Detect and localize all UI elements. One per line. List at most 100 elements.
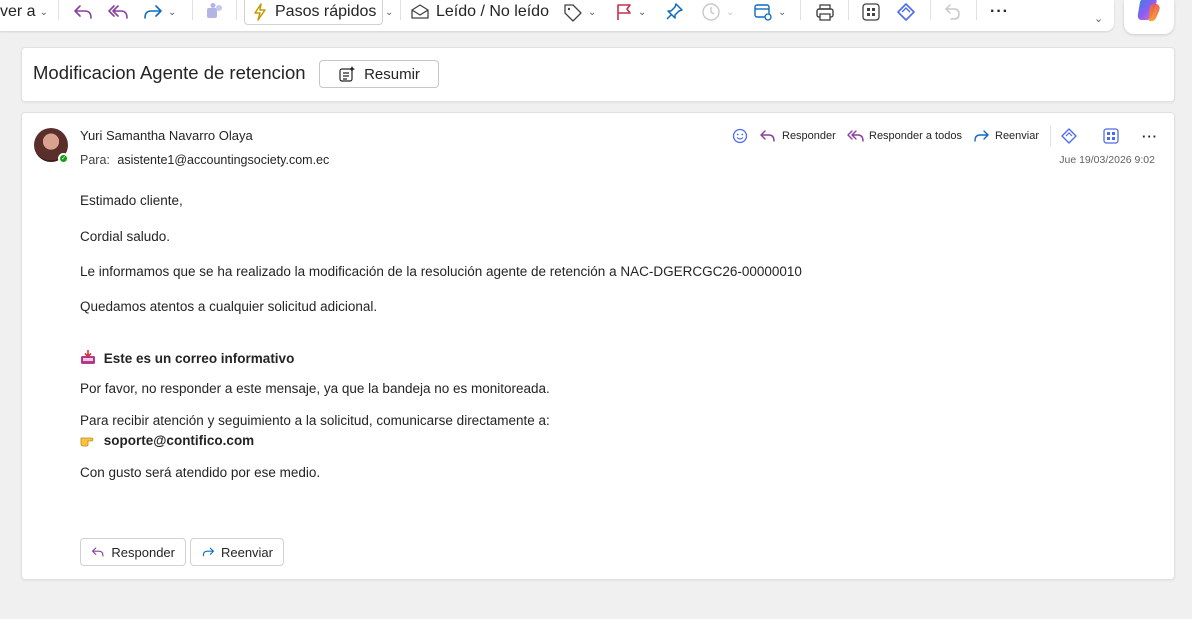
categorize-button[interactable]: ⌄ bbox=[562, 0, 596, 24]
reply-icon bbox=[760, 130, 775, 142]
rules-button[interactable]: ⌄ bbox=[752, 0, 786, 24]
sender-name[interactable]: Yuri Samantha Navarro Olaya bbox=[80, 128, 253, 143]
message-reply-all-button[interactable]: Responder a todos bbox=[846, 126, 962, 146]
diamond-app-icon bbox=[1061, 128, 1077, 144]
chevron-down-icon[interactable]: ⌄ bbox=[778, 7, 786, 18]
snooze-button[interactable]: ⌄ bbox=[700, 0, 734, 24]
reaction-button[interactable] bbox=[731, 126, 749, 146]
chevron-down-icon: ⌄ bbox=[385, 6, 394, 18]
printer-icon bbox=[816, 4, 834, 21]
bottom-reply-button[interactable]: Responder bbox=[80, 538, 186, 566]
pointing-hand-icon bbox=[80, 433, 100, 448]
reply-all-button[interactable] bbox=[106, 0, 130, 24]
forward-button[interactable]: ⌄ bbox=[142, 0, 176, 24]
contact-line: soporte@contifico.com bbox=[80, 433, 254, 448]
lightning-icon bbox=[254, 3, 266, 21]
message-forward-label: Reenviar bbox=[995, 130, 1040, 142]
pin-button[interactable] bbox=[664, 0, 686, 24]
undo-icon bbox=[945, 4, 960, 20]
chevron-down-icon: ⌄ bbox=[1094, 12, 1104, 25]
chevron-down-icon[interactable]: ⌄ bbox=[588, 7, 596, 18]
toolbar-divider bbox=[192, 0, 193, 20]
summarize-icon bbox=[339, 66, 356, 82]
body-contact-intro: Para recibir atención y seguimiento a la… bbox=[80, 413, 550, 428]
toolbar-divider bbox=[930, 0, 931, 20]
reply-icon bbox=[92, 547, 104, 557]
apps-grid-icon bbox=[862, 3, 880, 21]
expand-ribbon-button[interactable]: ⌄ bbox=[1090, 6, 1103, 30]
ribbon-toolbar: ver a ⌄ ⌄ Pasos rápidos ⌄ Leído / No leí… bbox=[0, 0, 1114, 31]
pin-icon bbox=[666, 3, 683, 20]
envelope-open-icon bbox=[411, 4, 429, 19]
subject-header: Modificacion Agente de retencion Resumir bbox=[21, 47, 1175, 102]
apps-grid-icon bbox=[1103, 128, 1119, 144]
bottom-forward-label: Reenviar bbox=[220, 544, 273, 560]
read-unread-button[interactable]: Leído / No leído bbox=[410, 0, 549, 24]
flag-button[interactable]: ⌄ bbox=[614, 0, 646, 24]
to-label: Para: bbox=[80, 153, 110, 167]
smiley-icon bbox=[732, 128, 748, 144]
toolbar-divider bbox=[400, 0, 401, 20]
message-forward-button[interactable]: Reenviar bbox=[972, 126, 1039, 146]
reply-button[interactable] bbox=[72, 0, 94, 24]
chevron-down-icon[interactable]: ⌄ bbox=[726, 7, 734, 18]
apps-button[interactable] bbox=[860, 0, 882, 24]
reply-icon bbox=[74, 5, 92, 19]
body-salutation: Cordial saludo. bbox=[80, 229, 171, 244]
copilot-icon bbox=[1137, 0, 1160, 22]
message-card: ✓ Yuri Samantha Navarro Olaya Para: asis… bbox=[21, 112, 1175, 580]
toolbar-divider bbox=[848, 0, 849, 20]
teams-icon bbox=[207, 3, 222, 18]
message-reply-button[interactable]: Responder bbox=[759, 126, 836, 146]
more-options-icon[interactable]: ··· bbox=[1142, 126, 1158, 146]
message-reply-all-label: Responder a todos bbox=[869, 130, 962, 142]
view-dropdown[interactable]: ver a ⌄ bbox=[0, 0, 48, 24]
email-subject: Modificacion Agente de retencion bbox=[33, 62, 306, 83]
reply-all-icon bbox=[847, 130, 864, 142]
undo-button[interactable] bbox=[942, 0, 964, 24]
recipient-address[interactable]: asistente1@accountingsociety.com.ec bbox=[117, 153, 329, 167]
actions-divider bbox=[1050, 126, 1051, 146]
quick-steps-dropdown[interactable]: ⌄ bbox=[381, 0, 393, 24]
read-unread-label: Leído / No leído bbox=[436, 3, 549, 20]
inbox-tray-icon bbox=[81, 350, 95, 364]
body-info: Le informamos que se ha realizado la mod… bbox=[80, 264, 802, 279]
teams-button[interactable] bbox=[205, 0, 225, 24]
rules-icon bbox=[754, 4, 772, 21]
bottom-forward-button[interactable]: Reenviar bbox=[190, 538, 284, 566]
chevron-down-icon[interactable]: ⌄ bbox=[168, 7, 176, 18]
toolbar-divider bbox=[58, 0, 59, 20]
body-greeting: Estimado cliente, bbox=[80, 193, 183, 208]
body-no-reply: Por favor, no responder a este mensaje, … bbox=[80, 381, 550, 396]
forward-icon bbox=[144, 5, 162, 19]
reply-all-icon bbox=[108, 5, 128, 19]
clock-icon bbox=[702, 3, 720, 21]
summarize-label: Resumir bbox=[364, 65, 420, 83]
message-apps-button[interactable] bbox=[1102, 126, 1120, 146]
copilot-button[interactable] bbox=[1124, 0, 1174, 34]
viva-button[interactable] bbox=[894, 0, 918, 24]
chevron-down-icon: ⌄ bbox=[39, 6, 48, 18]
contact-email[interactable]: soporte@contifico.com bbox=[104, 433, 254, 448]
message-reply-label: Responder bbox=[782, 130, 836, 142]
more-options-icon[interactable]: ··· bbox=[990, 0, 1009, 24]
forward-icon bbox=[202, 547, 214, 557]
tag-icon bbox=[564, 4, 582, 22]
body-closing: Con gusto será atendido por ese medio. bbox=[80, 465, 321, 480]
view-label: ver a bbox=[0, 3, 36, 20]
toolbar-divider bbox=[976, 0, 977, 20]
message-date: Jue 19/03/2026 9:02 bbox=[1059, 154, 1155, 166]
recipients-line: Para: asistente1@accountingsociety.com.e… bbox=[80, 153, 329, 167]
quick-steps-button[interactable]: Pasos rápidos bbox=[244, 0, 384, 25]
informative-heading: Este es un correo informativo bbox=[80, 349, 294, 366]
bottom-reply-label: Responder bbox=[111, 544, 175, 560]
summarize-button[interactable]: Resumir bbox=[319, 60, 439, 88]
chevron-down-icon[interactable]: ⌄ bbox=[638, 7, 646, 18]
toolbar-divider bbox=[800, 0, 801, 20]
message-viva-button[interactable] bbox=[1060, 126, 1078, 146]
print-button[interactable] bbox=[814, 0, 836, 24]
flag-icon bbox=[617, 4, 631, 20]
toolbar-divider bbox=[236, 0, 237, 20]
body-attentive: Quedamos atentos a cualquier solicitud a… bbox=[80, 299, 378, 314]
informative-heading-text: Este es un correo informativo bbox=[103, 351, 295, 366]
